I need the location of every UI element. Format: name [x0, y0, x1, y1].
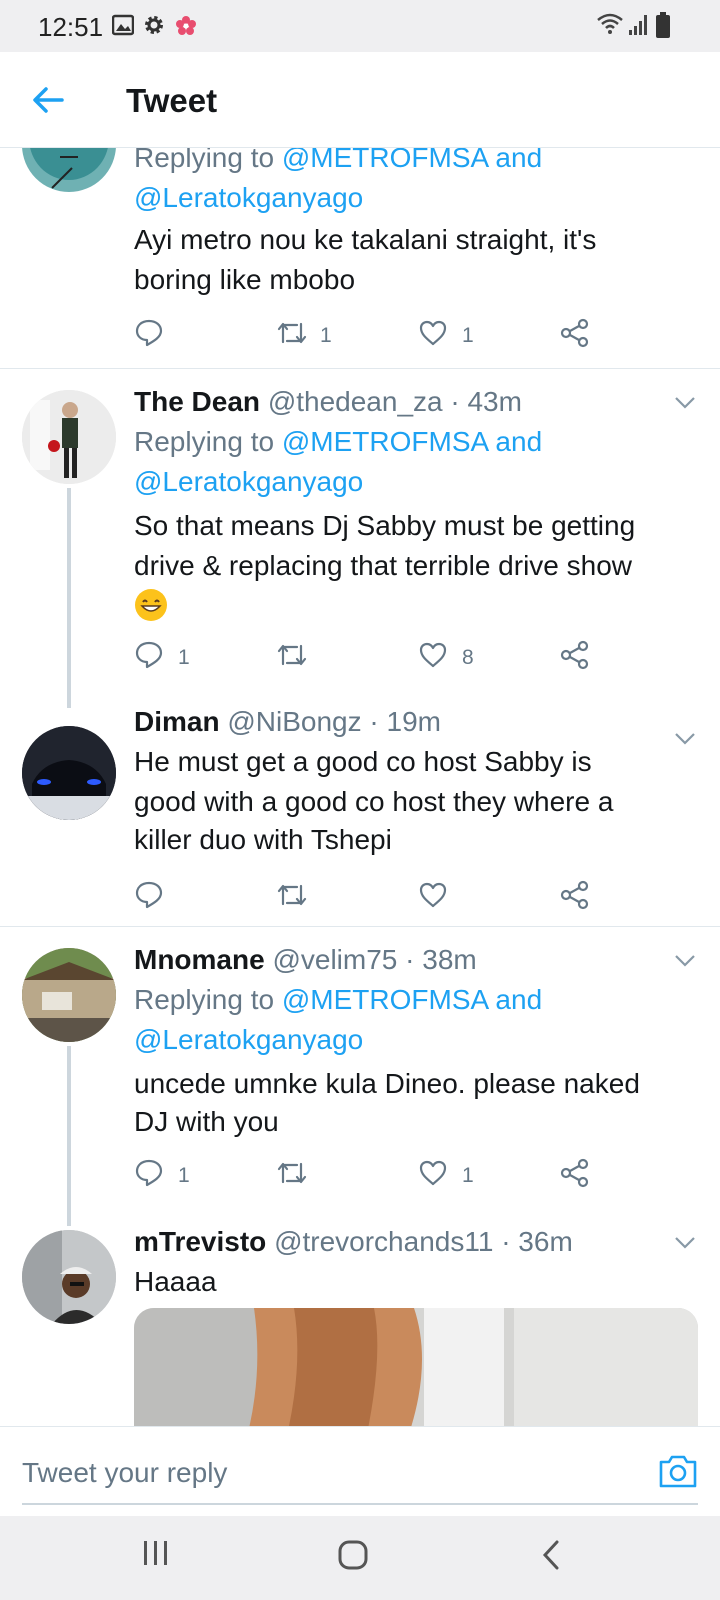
home-icon[interactable] — [338, 1540, 368, 1570]
flower-icon — [176, 16, 196, 35]
status-bar: 12:51 — [0, 0, 720, 52]
wifi-icon — [597, 13, 623, 34]
mention-link[interactable]: @Leratokganyago — [134, 1024, 363, 1055]
tweet-text-line: uncede umnke kula Dineo. please naked — [134, 1068, 640, 1099]
chevron-down-icon[interactable] — [674, 954, 696, 968]
reply-icon — [135, 641, 163, 669]
tweet-feed[interactable]: Replying to @METROFMSA and @Leratokganya… — [0, 148, 720, 1426]
tweet-text-line: So that means Dj Sabby must be getting — [134, 510, 636, 541]
display-name[interactable]: Mnomane — [134, 944, 265, 975]
tweet-text-line: DJ with you — [134, 1106, 279, 1137]
display-name[interactable]: mTrevisto — [134, 1226, 266, 1257]
page-title: Tweet — [126, 82, 218, 119]
tweet-media-image[interactable] — [134, 1308, 698, 1426]
avatar[interactable] — [22, 148, 116, 192]
retweet-icon — [277, 884, 307, 906]
reply-icon — [135, 881, 163, 909]
mention-and: and — [487, 148, 543, 173]
replying-to-label: Replying to — [134, 984, 282, 1015]
mention-link[interactable]: @METROFMSA — [282, 426, 488, 457]
tweet-text-line: good with a good co host they where a — [134, 786, 614, 817]
tweet-text-line: killer duo with Tshepi — [134, 824, 392, 855]
tweet-text-line: boring like mbobo — [134, 264, 356, 295]
settings-gear-icon — [145, 16, 163, 34]
tweet-time: · 36m — [501, 1226, 573, 1257]
avatar[interactable] — [22, 948, 116, 1042]
reply-composer: Tweet your reply — [0, 1426, 720, 1516]
mention-and: and — [487, 426, 543, 457]
user-handle[interactable]: @trevorchands11 — [274, 1226, 493, 1257]
signal-icon — [629, 15, 647, 35]
gallery-icon — [112, 14, 134, 36]
like-icon — [419, 320, 447, 346]
tweet-time: · 19m — [369, 706, 441, 737]
like-count: 1 — [462, 324, 474, 347]
tweet-text-line: Haaaa — [134, 1266, 217, 1297]
tweet-time: · 43m — [450, 386, 522, 417]
user-handle[interactable]: @thedean_za — [268, 386, 443, 417]
tweet-time: · 38m — [405, 944, 477, 975]
thread-line — [67, 1046, 71, 1226]
grinning-emoji-icon — [135, 589, 167, 621]
tweet-text-line: Ayi metro nou ke takalani straight, it's — [134, 224, 597, 255]
reply-count: 1 — [178, 1164, 190, 1187]
chevron-down-icon[interactable] — [674, 396, 696, 410]
reply-icon — [135, 319, 163, 347]
status-time: 12:51 — [38, 12, 104, 42]
tweet-text-line: He must get a good co host Sabby is — [134, 746, 592, 777]
chevron-down-icon[interactable] — [674, 1236, 696, 1250]
recent-apps-icon[interactable] — [142, 1540, 170, 1566]
reply-count: 1 — [178, 646, 190, 669]
avatar[interactable] — [22, 1230, 116, 1324]
back-nav-icon[interactable] — [542, 1540, 560, 1570]
system-nav-bar — [0, 1516, 720, 1600]
camera-icon[interactable] — [658, 1453, 698, 1489]
like-icon — [419, 642, 447, 668]
display-name[interactable]: Diman — [134, 706, 220, 737]
divider — [0, 368, 720, 369]
mention-link[interactable]: @METROFMSA — [282, 984, 488, 1015]
divider — [0, 926, 720, 927]
share-icon — [560, 640, 589, 670]
app-header: Tweet — [0, 52, 720, 148]
like-count: 8 — [462, 646, 474, 669]
retweet-count: 1 — [320, 324, 332, 347]
battery-icon — [656, 12, 670, 38]
display-name[interactable]: The Dean — [134, 386, 260, 417]
tweet-text-line: drive & replacing that terrible drive sh… — [134, 550, 633, 581]
retweet-icon — [277, 322, 307, 344]
user-handle[interactable]: @NiBongz — [227, 706, 361, 737]
chevron-down-icon[interactable] — [674, 732, 696, 746]
retweet-icon — [277, 644, 307, 666]
mention-link[interactable]: @Leratokganyago — [134, 182, 363, 213]
like-icon — [419, 1160, 447, 1186]
replying-to-label: Replying to — [134, 148, 282, 173]
thread-line — [67, 488, 71, 708]
share-icon — [560, 1158, 589, 1188]
replying-to-label: Replying to — [134, 426, 282, 457]
mention-link[interactable]: @METROFMSA — [282, 148, 488, 173]
mention-link[interactable]: @Leratokganyago — [134, 466, 363, 497]
share-icon — [560, 318, 589, 348]
like-count: 1 — [462, 1164, 474, 1187]
user-handle[interactable]: @velim75 — [272, 944, 397, 975]
like-icon — [419, 882, 447, 908]
mention-and: and — [487, 984, 543, 1015]
avatar[interactable] — [22, 726, 116, 820]
reply-icon — [135, 1159, 163, 1187]
back-arrow-icon[interactable] — [30, 82, 66, 118]
share-icon — [560, 880, 589, 910]
reply-input[interactable]: Tweet your reply — [22, 1457, 227, 1489]
retweet-icon — [277, 1162, 307, 1184]
reply-input-underline — [22, 1503, 698, 1505]
avatar[interactable] — [22, 390, 116, 484]
